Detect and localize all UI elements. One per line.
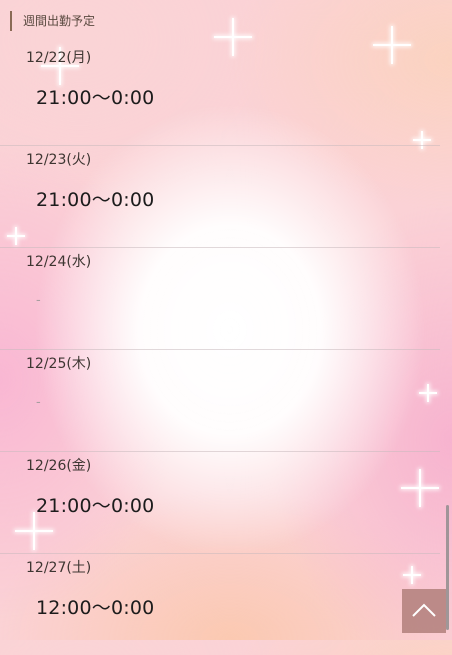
schedule-day: 12/26(金) 21:00〜0:00 [0, 451, 440, 554]
schedule-time: 21:00〜0:00 [36, 189, 155, 211]
scrollbar[interactable] [446, 505, 449, 630]
schedule-date: 12/26(金) [26, 458, 92, 474]
schedule-time: - [36, 395, 41, 410]
schedule-day: 12/23(火) 21:00〜0:00 [0, 145, 440, 248]
schedule-time: 12:00〜0:00 [36, 597, 155, 619]
schedule-date: 12/27(土) [26, 560, 92, 576]
schedule-date: 12/25(木) [26, 356, 92, 372]
schedule-day: 12/25(木) - [0, 349, 440, 452]
schedule-time: 21:00〜0:00 [36, 495, 155, 517]
schedule-time: 21:00〜0:00 [36, 87, 155, 109]
chevron-up-icon [412, 603, 436, 617]
schedule-day: 12/24(水) - [0, 247, 440, 350]
back-to-top-button[interactable] [402, 589, 446, 633]
schedule-time: - [36, 293, 41, 308]
section-title: 週間出勤予定 [10, 11, 95, 31]
schedule-day: 12/22(月) 21:00〜0:00 [0, 43, 440, 146]
schedule-date: 12/24(水) [26, 254, 92, 270]
schedule-date: 12/23(火) [26, 152, 92, 168]
schedule-date: 12/22(月) [26, 50, 92, 66]
